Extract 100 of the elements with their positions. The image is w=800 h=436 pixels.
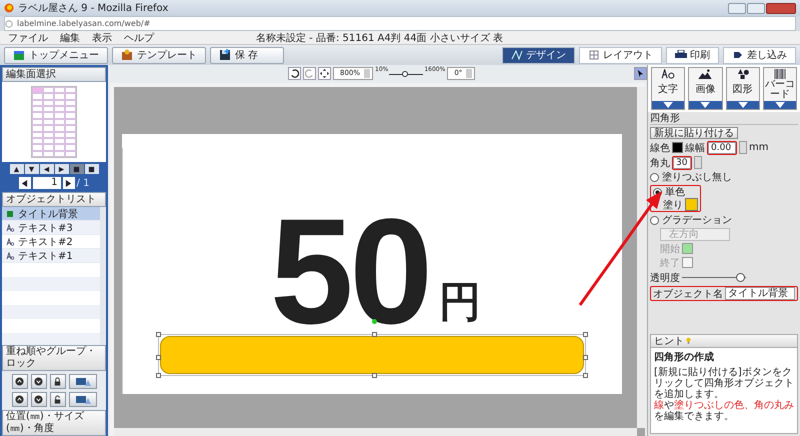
panel-title: オブジェクトリスト bbox=[6, 194, 96, 206]
save-icon bbox=[219, 49, 231, 61]
hint-heading: 四角形の作成 bbox=[654, 350, 715, 364]
slider-thumb[interactable] bbox=[736, 273, 745, 282]
lock-icon bbox=[53, 377, 62, 386]
order-button[interactable] bbox=[30, 392, 46, 407]
circle-arrow-icon bbox=[34, 395, 43, 404]
line-color-swatch[interactable] bbox=[672, 142, 683, 153]
lock-icon bbox=[53, 395, 62, 404]
corner-radius-field[interactable]: 30 bbox=[673, 156, 691, 168]
previous-page-button[interactable] bbox=[18, 177, 31, 189]
lightbulb-icon bbox=[686, 336, 691, 346]
toolbar-button[interactable]: 保 存 bbox=[210, 46, 284, 64]
caret-icon bbox=[689, 101, 722, 109]
object-name: タイトル背景 bbox=[18, 208, 78, 220]
dropdown-caret-icon bbox=[466, 68, 472, 78]
resize-handle[interactable] bbox=[156, 354, 161, 360]
object-name-field[interactable]: タイトル背景 bbox=[725, 287, 795, 300]
object-list-item[interactable]: タイトル背景 bbox=[2, 207, 100, 221]
toolbar-button[interactable]: トップメニュー bbox=[4, 46, 108, 64]
template-icon bbox=[121, 49, 133, 61]
label-number-text[interactable]: 50 bbox=[270, 208, 429, 334]
field-label: 線色 bbox=[650, 142, 670, 154]
move-left-button[interactable] bbox=[40, 164, 54, 174]
fit-button[interactable] bbox=[318, 66, 331, 80]
resize-handle[interactable] bbox=[583, 354, 588, 360]
sheet-thumbnail[interactable] bbox=[31, 86, 77, 158]
menu-item[interactable]: ファイル bbox=[8, 30, 48, 44]
mode-tab[interactable]: レイアウト bbox=[579, 46, 662, 64]
url-text: labelmine.labelyasan.com/web/# bbox=[17, 19, 150, 28]
field-label: 線幅 bbox=[685, 142, 705, 154]
close-button[interactable] bbox=[766, 2, 796, 14]
slider-thumb[interactable] bbox=[402, 71, 408, 77]
page-total: / 1 bbox=[76, 178, 90, 188]
document-info: 名称未設定 - 品番: 51161 A4判 44面 小さいサイズ 表 bbox=[256, 32, 503, 44]
menu-item[interactable]: ヘルプ bbox=[124, 30, 154, 44]
hint-text: [新規に貼り付ける]ボタンをクリックして四角形オブジェクトを追加します。 bbox=[654, 367, 794, 400]
circle-arrow-icon bbox=[34, 377, 43, 386]
line-width-field[interactable]: 0.00 bbox=[708, 142, 736, 154]
next-page-button[interactable] bbox=[62, 177, 75, 189]
radio-button[interactable] bbox=[650, 216, 659, 224]
mode-tab[interactable]: デザイン bbox=[502, 46, 575, 64]
group-button[interactable] bbox=[68, 374, 96, 389]
back-side-button[interactable] bbox=[84, 164, 98, 174]
insert-tool-button[interactable]: 文字 bbox=[651, 67, 686, 110]
radio-label: グラデーション bbox=[662, 214, 732, 227]
resize-handle[interactable] bbox=[583, 372, 588, 378]
menu-item[interactable]: 表示 bbox=[92, 30, 112, 44]
object-list-item[interactable]: テキスト#2 bbox=[2, 235, 100, 249]
resize-handle[interactable] bbox=[156, 372, 161, 378]
redo-icon bbox=[305, 68, 314, 78]
lock-button[interactable] bbox=[50, 374, 66, 389]
printer-icon bbox=[675, 50, 687, 60]
field-label: オブジェクト名 bbox=[653, 288, 723, 300]
mode-tab[interactable]: 差し込み bbox=[723, 46, 796, 64]
hint-text: 線や塗りつぶしの色、角の丸み を編集できます。 bbox=[654, 400, 794, 422]
resize-handle[interactable] bbox=[583, 332, 588, 336]
tag-icon bbox=[732, 50, 744, 60]
mode-tab[interactable]: 印刷 bbox=[666, 46, 719, 64]
sheet-icon bbox=[88, 166, 95, 172]
move-right-button[interactable] bbox=[54, 164, 68, 174]
order-button[interactable] bbox=[30, 374, 46, 389]
front-side-button[interactable] bbox=[70, 164, 84, 174]
lock-button[interactable] bbox=[50, 392, 66, 407]
square-icon bbox=[6, 210, 14, 218]
page-field[interactable]: 1 bbox=[32, 177, 61, 189]
insert-tool-button[interactable]: バーコード bbox=[762, 67, 797, 110]
select-tool-button[interactable] bbox=[634, 66, 647, 80]
move-down-button[interactable] bbox=[24, 164, 38, 174]
label-unit-text[interactable]: 円 bbox=[438, 278, 481, 326]
address-bar[interactable]: labelmine.labelyasan.com/web/# bbox=[4, 16, 796, 31]
up-triangle-icon bbox=[13, 166, 20, 172]
section-title: 四角形 bbox=[650, 112, 680, 125]
toolbar-button[interactable]: テンプレート bbox=[112, 46, 206, 64]
resize-handle[interactable] bbox=[156, 332, 161, 336]
insert-tool-button[interactable]: 図形 bbox=[726, 67, 760, 110]
move-up-button[interactable] bbox=[10, 164, 24, 174]
caret-icon bbox=[726, 101, 759, 109]
object-list-item[interactable]: テキスト#3 bbox=[2, 221, 100, 235]
rotate-handle[interactable] bbox=[372, 318, 377, 324]
group-button[interactable] bbox=[68, 392, 96, 407]
order-button[interactable] bbox=[12, 392, 28, 407]
paste-new-button[interactable]: 新規に貼り付ける bbox=[650, 127, 738, 139]
text-object-icon bbox=[6, 238, 14, 246]
menu-item[interactable]: 編集 bbox=[60, 30, 80, 44]
info-icon bbox=[5, 20, 13, 28]
resize-handle[interactable] bbox=[372, 372, 377, 378]
order-button[interactable] bbox=[12, 374, 28, 389]
unit-label: mm bbox=[749, 142, 768, 153]
insert-tool-button[interactable]: 画像 bbox=[688, 67, 722, 110]
undo-button[interactable] bbox=[288, 66, 301, 80]
radio-button[interactable] bbox=[650, 172, 659, 182]
text-object-icon bbox=[6, 224, 14, 232]
group-icon bbox=[74, 394, 90, 404]
dropdown-caret-icon bbox=[364, 68, 370, 78]
object-list-item[interactable]: テキスト#1 bbox=[2, 249, 100, 263]
move-arrows-icon bbox=[320, 68, 329, 78]
left-triangle-icon bbox=[21, 180, 28, 186]
resize-handle[interactable] bbox=[372, 332, 377, 336]
fill-color-swatch[interactable] bbox=[685, 198, 698, 211]
